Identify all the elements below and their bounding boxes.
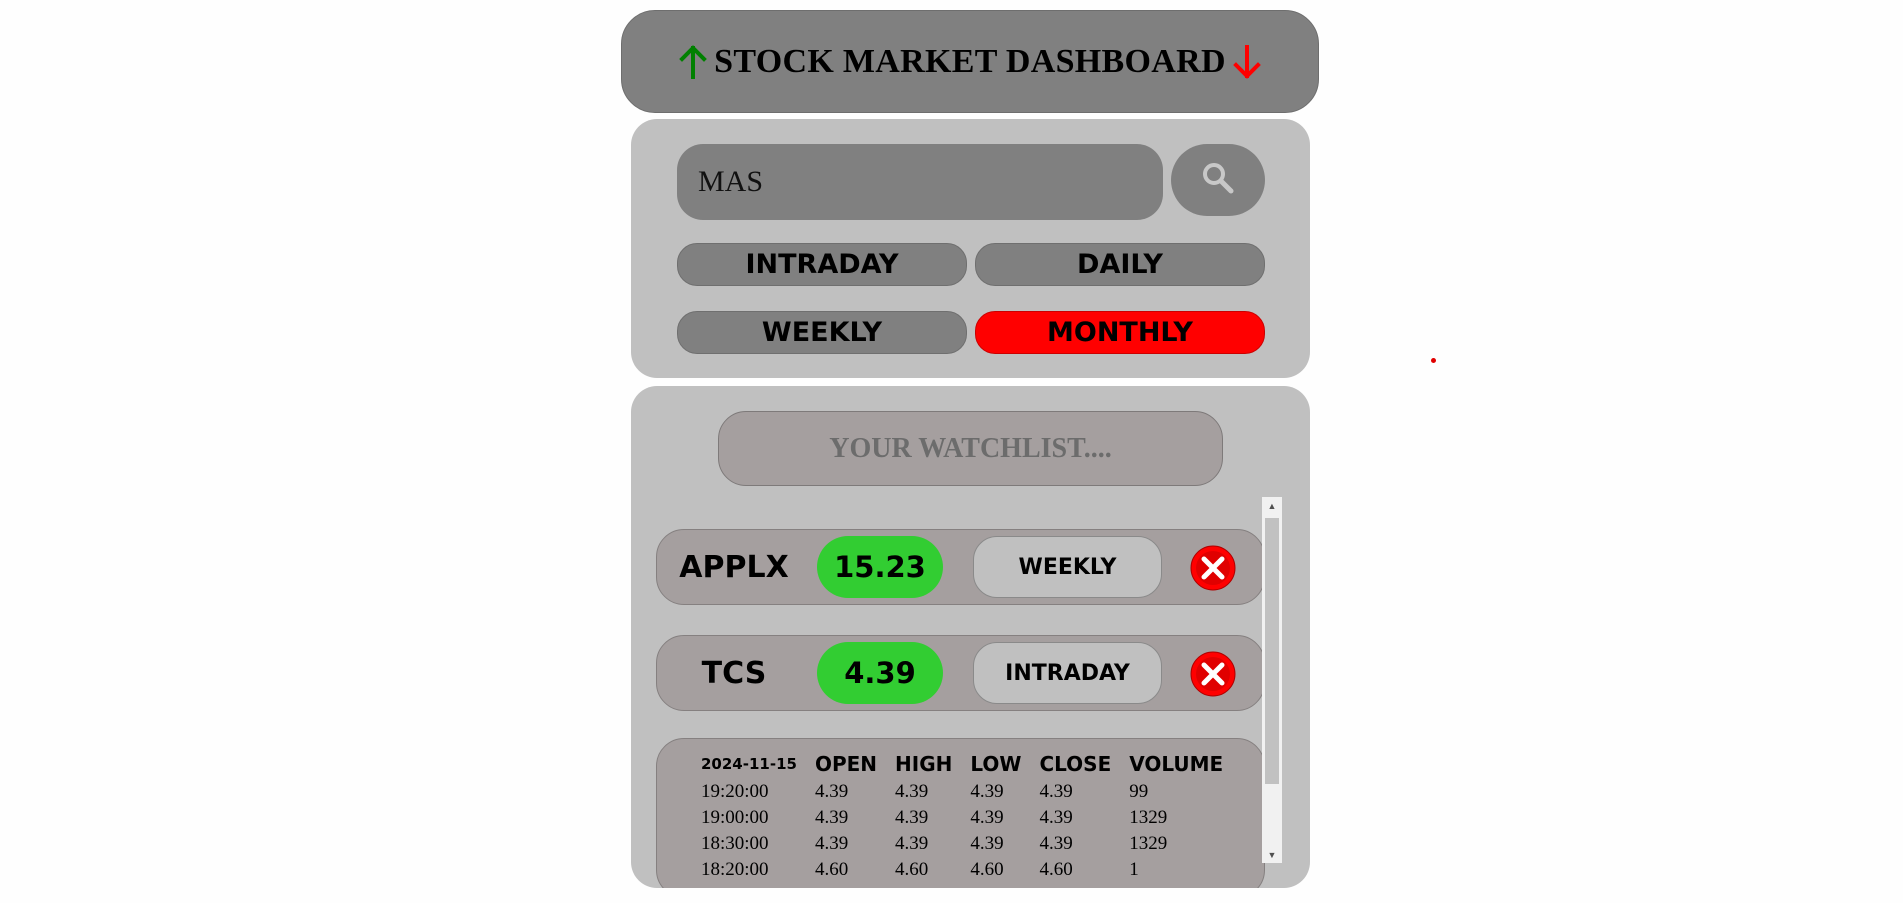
cursor-dot xyxy=(1431,358,1436,363)
search-panel: INTRADAY DAILY WEEKLY MONTHLY xyxy=(631,119,1310,378)
app-header: STOCK MARKET DASHBOARD xyxy=(621,10,1319,113)
table-cell: 4.39 xyxy=(1039,833,1073,854)
table-cell: 4.60 xyxy=(895,859,929,880)
interval-button[interactable]: INTRADAY xyxy=(973,642,1162,704)
table-cell: 4.39 xyxy=(895,807,929,828)
price-table-panel: 2024-11-15 OPEN HIGH LOW CLOSE VOLUME 19… xyxy=(656,738,1265,888)
price-table: 2024-11-15 OPEN HIGH LOW CLOSE VOLUME 19… xyxy=(701,749,1241,883)
watchlist-panel: YOUR WATCHLIST.... APPLX 15.23 WEEKLY TC… xyxy=(631,386,1310,888)
daily-button[interactable]: DAILY xyxy=(975,243,1265,286)
column-header: LOW xyxy=(970,752,1022,776)
table-cell: 4.39 xyxy=(1039,807,1073,828)
scroll-up-icon[interactable]: ▲ xyxy=(1262,497,1282,514)
close-icon[interactable] xyxy=(1190,651,1236,697)
price-badge: 4.39 xyxy=(817,642,943,704)
column-header: OPEN xyxy=(814,752,878,776)
table-date: 2024-11-15 xyxy=(701,755,797,773)
watchlist-title: YOUR WATCHLIST.... xyxy=(718,411,1223,486)
interval-button[interactable]: WEEKLY xyxy=(973,536,1162,598)
arrow-up-icon xyxy=(678,44,708,80)
close-icon[interactable] xyxy=(1190,545,1236,591)
table-cell: 4.60 xyxy=(1039,859,1073,880)
table-cell: 18:30:00 xyxy=(701,833,769,854)
search-input[interactable] xyxy=(677,144,1163,220)
column-header: VOLUME xyxy=(1129,752,1224,776)
table-cell: 4.39 xyxy=(970,807,1004,828)
table-row: 19:00:00 4.39 4.39 4.39 4.39 1329 xyxy=(701,805,1241,831)
table-cell: 4.39 xyxy=(970,781,1004,802)
scroll-thumb[interactable] xyxy=(1265,518,1279,784)
ticker-symbol: TCS xyxy=(701,655,767,691)
table-cell: 99 xyxy=(1129,781,1149,802)
intraday-button[interactable]: INTRADAY xyxy=(677,243,967,286)
table-cell: 4.39 xyxy=(895,833,929,854)
table-row: 18:30:00 4.39 4.39 4.39 4.39 1329 xyxy=(701,831,1241,857)
table-cell: 4.60 xyxy=(970,859,1004,880)
table-cell: 19:20:00 xyxy=(701,781,769,802)
table-row: 18:20:00 4.60 4.60 4.60 4.60 1 xyxy=(701,857,1241,883)
table-cell: 4.60 xyxy=(814,859,849,880)
table-row: 19:20:00 4.39 4.39 4.39 4.39 99 xyxy=(701,779,1241,805)
table-cell: 4.39 xyxy=(814,781,849,802)
table-cell: 1329 xyxy=(1129,833,1168,854)
table-cell: 4.39 xyxy=(814,833,849,854)
monthly-button[interactable]: MONTHLY xyxy=(975,311,1265,354)
price-badge: 15.23 xyxy=(817,536,943,598)
ticker-symbol: APPLX xyxy=(679,549,789,585)
table-cell: 19:00:00 xyxy=(701,807,769,828)
scroll-down-icon[interactable]: ▼ xyxy=(1262,846,1282,863)
table-cell: 4.39 xyxy=(814,807,849,828)
table-cell: 18:20:00 xyxy=(701,859,769,880)
table-cell: 1 xyxy=(1129,859,1139,880)
column-header: HIGH xyxy=(895,752,953,776)
search-icon xyxy=(1201,161,1235,200)
table-cell: 4.39 xyxy=(895,781,929,802)
table-cell: 4.39 xyxy=(970,833,1004,854)
watchlist-scrollbar[interactable]: ▲ ▼ xyxy=(1262,497,1282,863)
search-button[interactable] xyxy=(1171,144,1265,216)
column-header: CLOSE xyxy=(1039,752,1112,776)
table-cell: 1329 xyxy=(1129,807,1168,828)
watchlist-item[interactable]: APPLX 15.23 WEEKLY xyxy=(656,529,1265,605)
arrow-down-icon xyxy=(1232,44,1262,80)
table-cell: 4.39 xyxy=(1039,781,1073,802)
watchlist-item[interactable]: TCS 4.39 INTRADAY xyxy=(656,635,1265,711)
page-title: STOCK MARKET DASHBOARD xyxy=(714,42,1226,80)
table-header-row: 2024-11-15 OPEN HIGH LOW CLOSE VOLUME xyxy=(701,749,1241,779)
weekly-button[interactable]: WEEKLY xyxy=(677,311,967,354)
